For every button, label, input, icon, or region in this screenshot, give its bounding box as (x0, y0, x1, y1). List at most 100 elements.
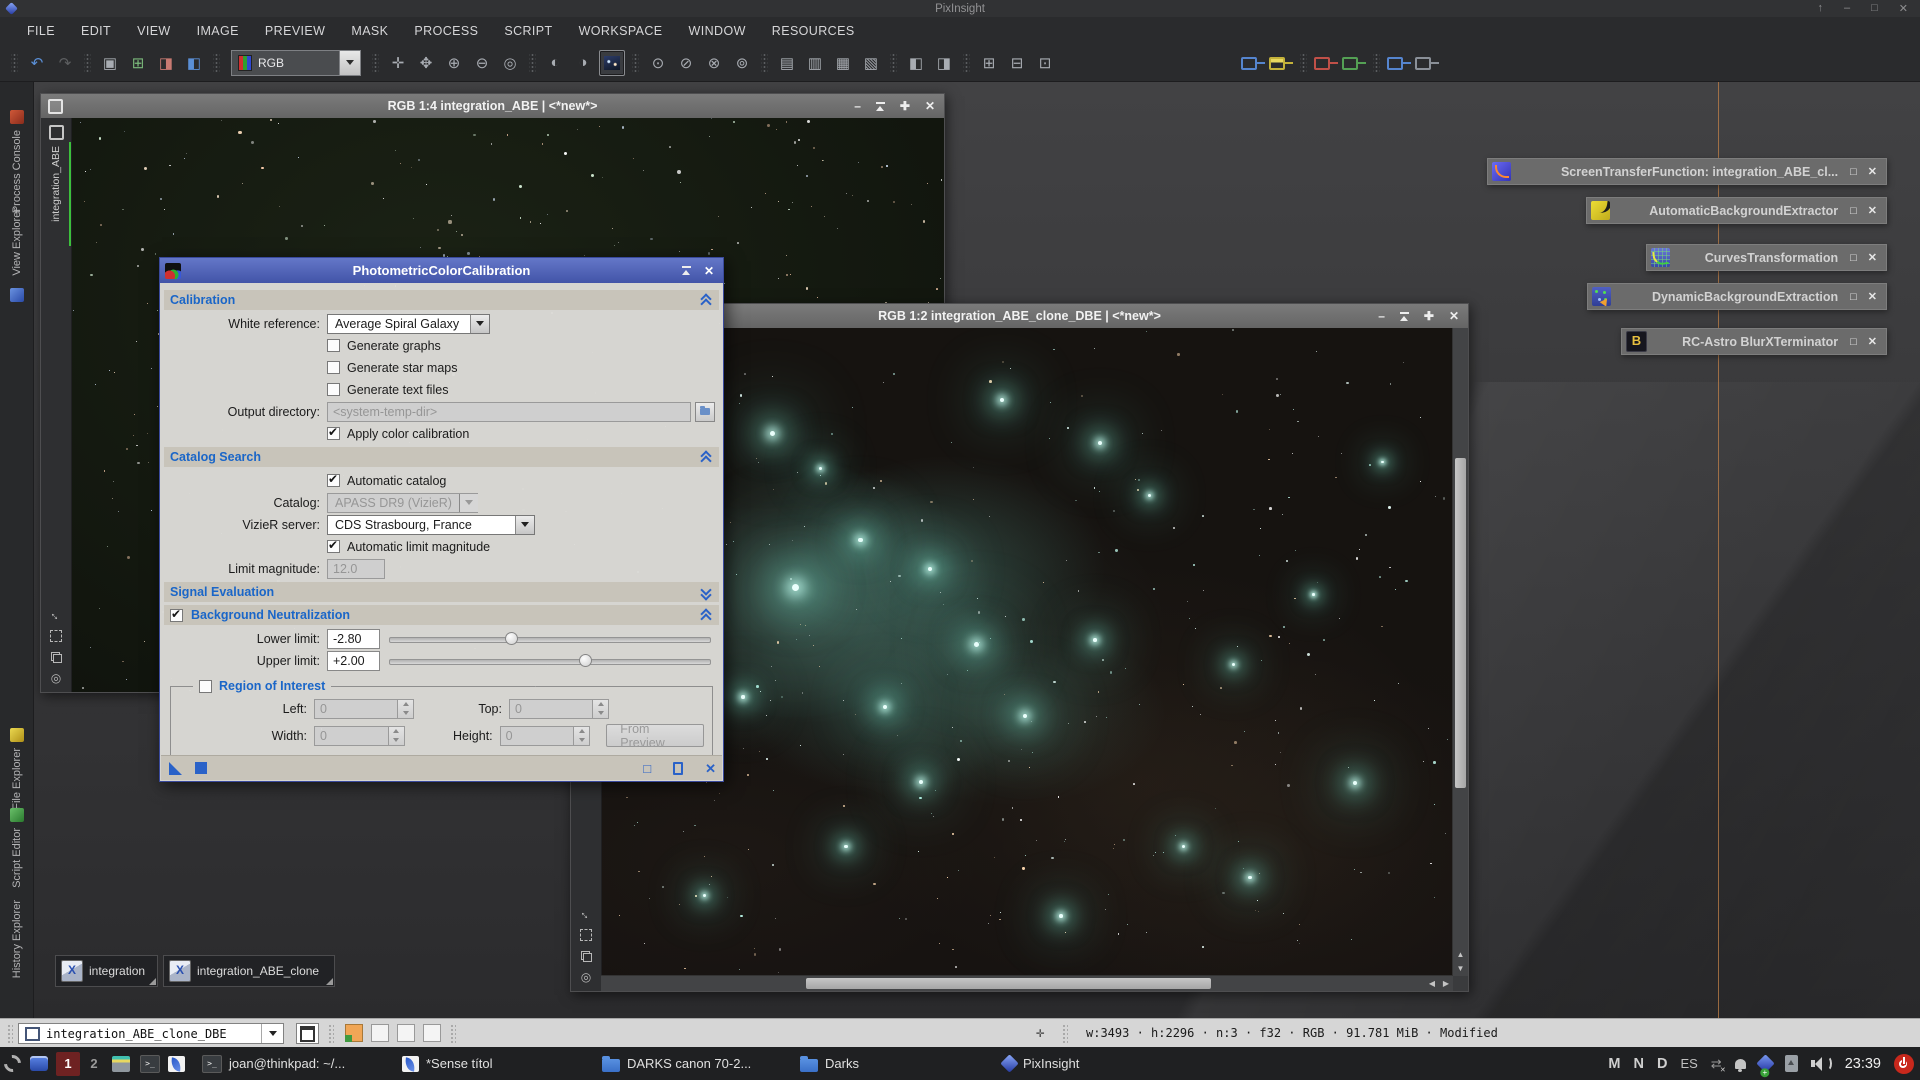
workspace-slot-1[interactable] (345, 1024, 363, 1042)
tile-columns-icon[interactable]: ▥ (803, 51, 827, 75)
process-instance-automaticbackgroundextractor[interactable]: AutomaticBackgroundExtractor □✕ (1586, 197, 1887, 224)
fit-view-icon[interactable]: ◎ (498, 51, 522, 75)
menu-preview[interactable]: PREVIEW (252, 20, 338, 42)
display-image-mode-icon[interactable] (599, 50, 625, 76)
duplicate-view-icon[interactable]: ⊞ (126, 51, 150, 75)
mask-select-icon[interactable]: ⊚ (730, 51, 754, 75)
spin-up-icon[interactable] (389, 727, 404, 736)
automatic-limit-magnitude-checkbox[interactable] (327, 540, 340, 553)
sidebar-item-script-editor[interactable]: Script Editor (0, 828, 33, 888)
process-instance-curvestransformation[interactable]: CurvesTransformation □✕ (1646, 244, 1887, 271)
section-background-neutralization[interactable]: Background Neutralization (164, 605, 719, 625)
background-neutralization-checkbox[interactable] (170, 609, 183, 622)
extract-channels-icon[interactable]: ◨ (154, 51, 178, 75)
mask-overlay-icon[interactable]: ⊗ (702, 51, 726, 75)
generate-text-files-checkbox[interactable] (327, 383, 340, 396)
taskbar-window-terminal[interactable]: >_ joan@thinkpad: ~/... (202, 1047, 345, 1080)
minimize-icon[interactable]: – (854, 101, 861, 111)
restore-icon[interactable]: □ (1850, 205, 1857, 217)
combine-channels-icon[interactable]: ◧ (182, 51, 206, 75)
dialog-titlebar[interactable]: PhotometricColorCalibration ✕ (160, 258, 723, 283)
dropdown-arrow-icon[interactable] (261, 1024, 283, 1043)
window-close-icon[interactable]: ✕ (1899, 2, 1908, 15)
workspace-slot-3[interactable] (397, 1024, 415, 1042)
copy-view-icon[interactable] (51, 652, 62, 663)
undo-icon[interactable]: ↶ (25, 51, 49, 75)
taskbar-window-pixinsight[interactable]: PixInsight (1003, 1047, 1079, 1080)
selection-mode-icon[interactable] (580, 929, 592, 941)
new-instance-icon[interactable] (169, 762, 182, 775)
pleiades-image[interactable] (602, 328, 1468, 991)
tile-rows-icon[interactable]: ▤ (775, 51, 799, 75)
screen-stf-link-icon[interactable] (1415, 51, 1439, 75)
minimized-tab-integration[interactable]: X integration (55, 955, 158, 987)
section-calibration[interactable]: Calibration (164, 290, 719, 310)
file-manager-launcher-icon[interactable] (112, 1056, 130, 1072)
track-view-icon[interactable]: ✛ (386, 51, 410, 75)
close-icon[interactable]: ✕ (1868, 290, 1877, 303)
menu-edit[interactable]: EDIT (68, 20, 124, 42)
view-explorer-icon[interactable] (0, 288, 33, 302)
workspace-1-button[interactable]: 1 (56, 1052, 80, 1076)
apply-global-icon[interactable] (195, 762, 207, 774)
lower-limit-input[interactable]: -2.80 (327, 629, 380, 649)
region-of-interest-checkbox[interactable] (199, 680, 212, 693)
cascade-windows-icon[interactable]: ▧ (859, 51, 883, 75)
lower-limit-slider[interactable] (389, 629, 711, 649)
spin-up-icon[interactable] (593, 700, 608, 709)
process-instance-blurxterminator[interactable]: B RC-Astro BlurXTerminator □✕ (1621, 328, 1887, 355)
restore-icon[interactable]: □ (1850, 166, 1857, 178)
power-icon[interactable] (1894, 1054, 1914, 1074)
realtime-preview-icon[interactable]: □ (643, 762, 651, 775)
white-reference-dropdown[interactable]: Average Spiral Galaxy (327, 314, 490, 334)
indicator-m[interactable]: M (1608, 1056, 1620, 1072)
spin-up-icon[interactable] (574, 727, 589, 736)
indicator-d[interactable]: D (1657, 1056, 1667, 1072)
pin-icon[interactable]: ✚ (900, 101, 910, 111)
sidebar-item-file-explorer[interactable]: File Explorer (0, 748, 33, 810)
vertical-scrollbar[interactable]: ▲ ▼ (1452, 328, 1468, 976)
taskbar-window-darks[interactable]: Darks (800, 1047, 859, 1080)
window-minimize-icon[interactable]: – (1844, 2, 1850, 15)
spin-down-icon[interactable] (593, 709, 608, 718)
menu-view[interactable]: VIEW (124, 20, 184, 42)
new-workspace-icon[interactable]: ⊞ (977, 51, 1001, 75)
scroll-left-icon[interactable]: ◀ (1425, 976, 1439, 991)
shade-icon[interactable] (682, 266, 691, 275)
terminal-launcher-icon[interactable]: >_ (140, 1055, 160, 1073)
channel-dropdown-arrow-icon[interactable] (339, 51, 360, 75)
close-icon[interactable]: ✕ (1868, 335, 1877, 348)
menu-mask[interactable]: MASK (338, 20, 401, 42)
close-icon[interactable]: ✕ (1449, 311, 1459, 321)
readout-target-icon[interactable]: ◎ (581, 972, 591, 983)
spin-down-icon[interactable] (574, 736, 589, 745)
channel-selector[interactable]: RGB (231, 50, 361, 76)
remove-workspace-icon[interactable]: ⊟ (1005, 51, 1029, 75)
close-icon[interactable]: ✕ (925, 101, 935, 111)
scroll-down-icon[interactable]: ▼ (1453, 962, 1468, 976)
split-horizontal-icon[interactable]: ◧ (904, 51, 928, 75)
expand-section-icon[interactable] (700, 586, 713, 599)
window-list-button[interactable] (296, 1023, 319, 1044)
collapse-section-icon[interactable] (700, 609, 713, 622)
roi-width-stepper[interactable]: 0 (314, 726, 405, 746)
taskbar-window-editor[interactable]: *Sense títol (402, 1047, 493, 1080)
photometriccolorcalibration-dialog[interactable]: PhotometricColorCalibration ✕ Calibratio… (159, 257, 724, 782)
menu-resources[interactable]: RESOURCES (759, 20, 868, 42)
minimized-tab-integration-abe-clone[interactable]: X integration_ABE_clone (163, 955, 335, 987)
horizontal-scroll-thumb[interactable] (806, 978, 1211, 989)
generate-graphs-checkbox[interactable] (327, 339, 340, 352)
restore-icon[interactable]: □ (1850, 252, 1857, 264)
automatic-catalog-checkbox[interactable] (327, 474, 340, 487)
minimize-icon[interactable]: – (1378, 311, 1385, 321)
roi-left-stepper[interactable]: 0 (314, 699, 414, 719)
resize-mode-icon[interactable]: ↔ (578, 906, 594, 922)
from-preview-button[interactable]: From Preview (606, 724, 704, 747)
window-up-icon[interactable]: ↑ (1818, 2, 1824, 15)
network-status-icon[interactable]: ⇄ (1711, 1056, 1722, 1072)
workspace-slot-2[interactable] (371, 1024, 389, 1042)
close-icon[interactable]: ✕ (1868, 204, 1877, 217)
close-icon[interactable]: ✕ (1868, 251, 1877, 264)
keyboard-layout-indicator[interactable]: ES (1680, 1056, 1697, 1071)
sidebar-item-process-console[interactable]: Process Console (0, 130, 33, 213)
